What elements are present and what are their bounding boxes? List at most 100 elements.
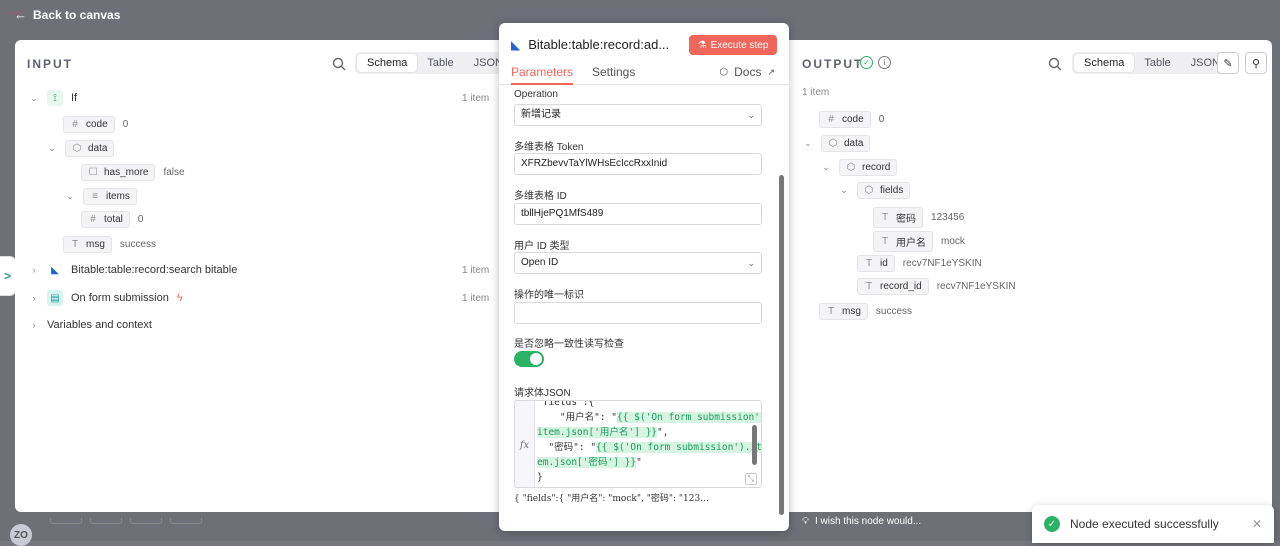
ignore-check-toggle[interactable] bbox=[514, 351, 544, 367]
body-json-editor[interactable]: fx "fields":{ "用户名": "{{ $('On form subm… bbox=[514, 400, 762, 488]
expand-icon[interactable]: ⤡ bbox=[744, 473, 757, 485]
bitable-node-icon: ◣ bbox=[51, 264, 59, 276]
tab-parameters[interactable]: Parameters bbox=[511, 65, 574, 85]
close-icon[interactable]: ✕ bbox=[1252, 517, 1262, 531]
field-key: code bbox=[86, 119, 108, 130]
chevron-right-icon[interactable]: › bbox=[29, 265, 39, 275]
output-field-record[interactable]: ⌄ ⬡ record bbox=[821, 159, 898, 176]
token-input[interactable]: XFRZbevvTaYlWHsEcIccRxxInid bbox=[514, 153, 762, 175]
field-key: record bbox=[862, 162, 891, 173]
chevron-down-icon: ⌄ bbox=[747, 258, 755, 268]
code-content[interactable]: "fields":{ "用户名": "{{ $('On form submiss… bbox=[537, 401, 761, 485]
variables-context-label: Variables and context bbox=[47, 319, 152, 331]
arrow-left-icon: ← bbox=[14, 7, 27, 22]
chevron-down-icon[interactable]: ⌄ bbox=[821, 162, 831, 173]
docs-link[interactable]: ⬡ Docs ↗ bbox=[719, 65, 775, 79]
unique-id-input[interactable] bbox=[514, 302, 762, 324]
field-key: msg bbox=[86, 239, 105, 250]
search-icon[interactable] bbox=[332, 57, 346, 71]
field-key: id bbox=[880, 258, 888, 269]
form-node-icon: ▤ bbox=[47, 290, 63, 306]
output-field-msg: Tmsg success bbox=[819, 303, 912, 320]
string-type-icon: T bbox=[827, 306, 835, 317]
token-value: XFRZbevvTaYlWHsEcIccRxxInid bbox=[521, 158, 668, 169]
chevron-right-icon[interactable]: › bbox=[29, 320, 39, 330]
user-id-type-select[interactable]: Open ID ⌄ bbox=[514, 252, 762, 274]
toast-message: Node executed successfully bbox=[1070, 517, 1219, 531]
output-view-table[interactable]: Table bbox=[1134, 54, 1180, 72]
field-key: fields bbox=[880, 185, 904, 196]
input-field-data[interactable]: ⌄ ⬡ data bbox=[47, 140, 115, 157]
field-key: has_more bbox=[104, 167, 149, 178]
code-line: em.json['密码'] }}" bbox=[537, 457, 642, 468]
success-toast: ✓ Node executed successfully ✕ bbox=[1032, 505, 1274, 543]
info-icon[interactable]: i bbox=[878, 56, 891, 69]
operation-label: Operation bbox=[514, 89, 558, 100]
avatar[interactable]: ZO bbox=[10, 524, 32, 546]
output-view-schema[interactable]: Schema bbox=[1074, 54, 1135, 72]
field-value: 123456 bbox=[931, 212, 965, 223]
search-icon[interactable] bbox=[1048, 57, 1062, 71]
input-view-schema[interactable]: Schema bbox=[357, 54, 418, 72]
node-edge-handle[interactable]: > bbox=[0, 256, 16, 296]
input-view-switch: Schema Table JSON bbox=[355, 52, 515, 74]
expression-highlight: em.json['密码'] }} bbox=[537, 457, 637, 468]
back-to-canvas-link[interactable]: ← Back to canvas bbox=[14, 7, 120, 22]
execute-step-button[interactable]: ⚗ Execute step bbox=[689, 35, 777, 55]
field-value: success bbox=[875, 306, 913, 317]
chevron-down-icon: ⌄ bbox=[747, 110, 755, 120]
success-check-icon: ✓ bbox=[860, 56, 873, 69]
lightning-icon: ϟ bbox=[176, 292, 183, 304]
output-field-data[interactable]: ⌄ ⬡ data bbox=[803, 135, 871, 152]
expression-highlight: item.json['用户名'] }} bbox=[537, 427, 658, 438]
form-node-label: On form submission bbox=[71, 292, 169, 304]
string-type-icon: T bbox=[881, 236, 889, 247]
input-field-msg: Tmsg success bbox=[63, 236, 156, 253]
chevron-down-icon[interactable]: ⌄ bbox=[47, 143, 57, 154]
chevron-down-icon[interactable]: ⌄ bbox=[65, 191, 75, 202]
feedback-link[interactable]: 💡︎ I wish this node would... bbox=[802, 516, 921, 527]
output-field-record-id: Trecord_id recv7NF1eYSKIN bbox=[857, 278, 1016, 295]
input-node-form[interactable]: › ▤ On form submission ϟ bbox=[29, 290, 183, 306]
code-scrollbar[interactable] bbox=[752, 425, 757, 465]
edit-pencil-icon[interactable]: ✎ bbox=[1217, 52, 1239, 74]
variables-context[interactable]: › Variables and context bbox=[29, 319, 152, 331]
input-view-table[interactable]: Table bbox=[417, 54, 463, 72]
check-circle-icon: ✓ bbox=[1044, 516, 1060, 532]
cube-icon: ⬡ bbox=[719, 66, 729, 78]
code-line: } bbox=[537, 472, 543, 483]
field-key: 用户名 bbox=[896, 238, 926, 249]
chevron-down-icon[interactable]: ⌄ bbox=[839, 185, 849, 196]
field-key: code bbox=[842, 114, 864, 125]
input-field-total: # total 0 bbox=[81, 211, 143, 228]
execute-step-label: Execute step bbox=[710, 39, 769, 51]
table-id-input[interactable]: tbllHjePQ1MfS489 bbox=[514, 203, 762, 225]
panel-title[interactable]: Bitable:table:record:ad... bbox=[528, 37, 669, 52]
chevron-down-icon[interactable]: ⌄ bbox=[803, 138, 813, 149]
input-field-items[interactable]: ⌄ ≡ items bbox=[65, 188, 137, 205]
string-type-icon: T bbox=[71, 239, 79, 250]
object-type-icon: ⬡ bbox=[72, 143, 82, 154]
operation-select[interactable]: 新增记录 ⌄ bbox=[514, 104, 762, 126]
json-preview: { "fields":{ "用户名": "mock", "密码": "123… bbox=[514, 494, 710, 504]
panel-scrollbar[interactable] bbox=[779, 175, 784, 515]
operation-value: 新增记录 bbox=[521, 109, 561, 120]
output-field-fields[interactable]: ⌄ ⬡ fields bbox=[839, 182, 911, 199]
object-type-icon: ⬡ bbox=[864, 185, 874, 196]
node-parameters-panel: ◣ Bitable:table:record:ad... ⚗ Execute s… bbox=[499, 23, 789, 531]
string-type-icon: T bbox=[865, 281, 873, 292]
body-json-label: 请求体JSON bbox=[514, 388, 571, 399]
tab-settings[interactable]: Settings bbox=[592, 65, 635, 79]
field-key: data bbox=[88, 143, 108, 154]
bitable-node-icon: ◣ bbox=[511, 37, 521, 52]
expression-highlight: {{ $('On form submission'). bbox=[617, 412, 761, 423]
field-key: items bbox=[106, 191, 130, 202]
pin-icon[interactable]: ⚲ bbox=[1245, 52, 1267, 74]
chevron-right-icon[interactable]: › bbox=[29, 293, 39, 303]
input-node-bitable[interactable]: › ◣ Bitable:table:record:search bitable bbox=[29, 262, 238, 278]
if-node-icon: ⟟ bbox=[47, 90, 63, 106]
number-type-icon: # bbox=[828, 114, 834, 125]
output-field-id: Tid recv7NF1eYSKIN bbox=[857, 255, 982, 272]
chevron-down-icon[interactable]: ⌄ bbox=[29, 93, 39, 104]
input-node-if[interactable]: ⌄ ⟟ If bbox=[29, 90, 77, 106]
